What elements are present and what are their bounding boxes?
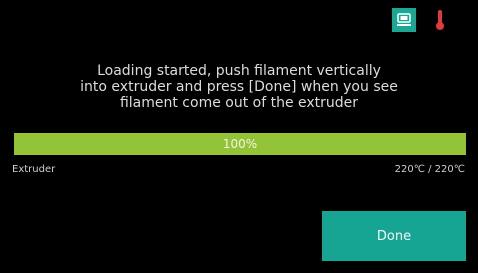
extruder-label: Extruder [12,164,56,175]
status-icons [392,8,452,32]
message-line-3: filament come out of the extruder [119,95,359,111]
instruction-message: Loading started, push filament verticall… [0,63,478,111]
message-line-1: Loading started, push filament verticall… [97,63,381,79]
progress-label: 100% [222,137,258,151]
thermometer-icon[interactable] [428,8,452,32]
extruder-temperature: 220℃ / 220℃ [394,164,465,175]
message-line-2: into extruder and press [Done] when you … [80,79,398,95]
filament-load-screen: Loading started, push filament verticall… [0,0,478,273]
progress-bar: 100% [14,133,466,155]
screen-icon[interactable] [392,8,416,32]
done-button[interactable]: Done [322,211,466,261]
